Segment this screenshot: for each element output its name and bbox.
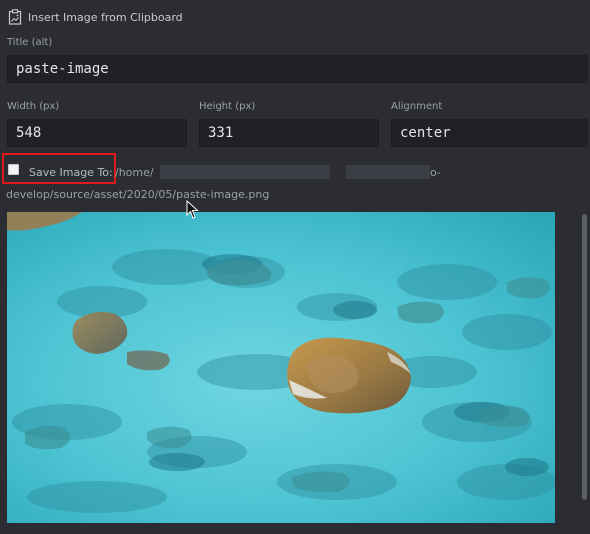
mouse-pointer-icon (186, 200, 199, 219)
scrollbar-thumb[interactable] (582, 214, 587, 500)
path-redaction (160, 165, 330, 179)
save-path-tail: o- (430, 166, 441, 179)
dialog-title: Insert Image from Clipboard (28, 10, 183, 24)
path-redaction-2 (346, 165, 430, 179)
height-input[interactable]: 331 (199, 119, 379, 147)
clipboard-image-icon (8, 9, 22, 25)
dialog-header: Insert Image from Clipboard (8, 8, 183, 26)
width-label: Width (px) (7, 101, 60, 112)
alignment-select-value: center (400, 125, 451, 141)
alignment-label: Alignment (391, 101, 443, 112)
width-input-value: 548 (16, 125, 42, 141)
image-preview (7, 212, 555, 523)
title-input-value: paste-image (16, 61, 109, 77)
width-input[interactable]: 548 (7, 119, 187, 147)
height-input-value: 331 (208, 125, 234, 141)
alignment-select[interactable]: center (391, 119, 588, 147)
save-path-start: /home/ (115, 166, 154, 179)
save-path-line2: develop/source/asset/2020/05/paste-image… (6, 188, 270, 201)
title-input[interactable]: paste-image (7, 55, 588, 83)
title-label: Title (alt) (7, 37, 53, 48)
height-label: Height (px) (199, 101, 256, 112)
save-image-label: Save Image To: (29, 166, 113, 179)
save-image-checkbox[interactable] (8, 164, 19, 175)
